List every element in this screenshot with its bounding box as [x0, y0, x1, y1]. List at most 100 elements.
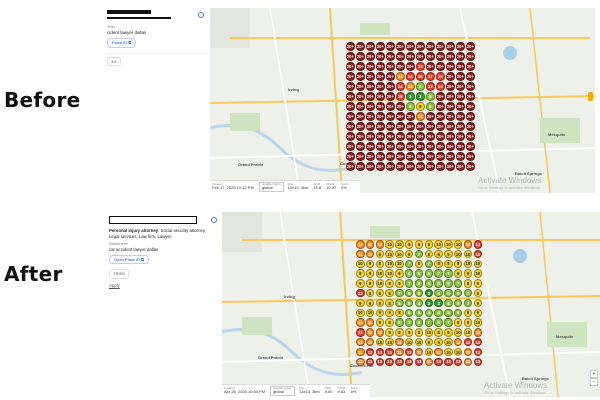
- rank-pin[interactable]: 9: [375, 288, 385, 298]
- rank-pin[interactable]: 9: [375, 308, 385, 318]
- rank-pin[interactable]: 13: [426, 82, 435, 91]
- rank-pin[interactable]: 9: [434, 337, 443, 347]
- rank-pin[interactable]: 20+: [366, 52, 375, 61]
- rank-pin[interactable]: 6: [414, 279, 424, 288]
- rank-pin[interactable]: 6: [414, 318, 424, 327]
- rank-pin[interactable]: 20+: [456, 112, 465, 121]
- rank-pin[interactable]: 11: [356, 249, 365, 259]
- rank-pin[interactable]: 20+: [376, 162, 385, 171]
- rank-pin[interactable]: 6: [424, 269, 434, 278]
- rank-pin[interactable]: 13: [473, 240, 483, 249]
- rank-pin[interactable]: 20+: [456, 162, 465, 171]
- rank-pin[interactable]: 20+: [356, 142, 365, 151]
- rank-pin[interactable]: 13: [356, 328, 365, 337]
- rank-pin[interactable]: 9: [356, 298, 365, 308]
- rank-pin[interactable]: 20+: [416, 132, 425, 141]
- rank-pin[interactable]: 8: [434, 259, 443, 269]
- rank-pin[interactable]: 20+: [356, 102, 365, 111]
- rank-pin[interactable]: 20+: [376, 82, 385, 91]
- rank-pin[interactable]: 7: [463, 298, 473, 308]
- rank-pin[interactable]: 7: [463, 288, 473, 298]
- rank-pin[interactable]: 9: [365, 269, 375, 278]
- rank-pin[interactable]: 7: [404, 259, 414, 269]
- rank-pin[interactable]: 10: [434, 240, 443, 249]
- rank-pin[interactable]: 20+: [466, 112, 475, 121]
- rank-pin[interactable]: 9: [356, 279, 365, 288]
- rank-pin[interactable]: 10: [463, 249, 473, 259]
- rank-pin[interactable]: 20+: [356, 92, 365, 101]
- rank-pin[interactable]: 20+: [376, 72, 385, 81]
- rank-pin[interactable]: 20+: [406, 132, 415, 141]
- rank-pin[interactable]: 20+: [436, 62, 445, 71]
- rank-pin[interactable]: 11: [375, 328, 385, 337]
- rank-pin[interactable]: 20+: [386, 102, 395, 111]
- rank-pin[interactable]: 9: [375, 249, 385, 259]
- rank-pin[interactable]: 7: [444, 269, 453, 278]
- page-chip[interactable]: 4/4: [107, 56, 121, 66]
- rank-pin[interactable]: 10: [356, 259, 365, 269]
- rank-pin[interactable]: 11: [414, 347, 424, 357]
- rank-pin[interactable]: 10: [395, 249, 404, 259]
- rank-pin[interactable]: 7: [444, 318, 453, 327]
- rank-pin[interactable]: 9: [375, 318, 385, 327]
- rank-pin[interactable]: 7: [404, 318, 414, 327]
- rank-pin[interactable]: 10: [375, 269, 385, 278]
- rank-pin[interactable]: 9: [365, 298, 375, 308]
- rank-pin[interactable]: 11: [365, 328, 375, 337]
- rank-pin[interactable]: 8: [385, 318, 394, 327]
- rank-pin[interactable]: 8: [414, 328, 424, 337]
- rank-pin[interactable]: 20+: [446, 102, 455, 111]
- rank-pin[interactable]: 6: [406, 102, 415, 111]
- rank-pin[interactable]: 9: [365, 279, 375, 288]
- rank-pin[interactable]: 20+: [466, 102, 475, 111]
- rank-pin[interactable]: 13: [463, 337, 473, 347]
- rank-pin[interactable]: 20+: [446, 42, 455, 51]
- rank-pin[interactable]: 8: [424, 249, 434, 259]
- rank-pin[interactable]: 20+: [426, 42, 435, 51]
- rank-pin[interactable]: 5: [424, 279, 434, 288]
- rank-pin[interactable]: 9: [385, 308, 394, 318]
- rank-pin[interactable]: 10: [453, 328, 463, 337]
- rank-pin[interactable]: 20+: [396, 102, 405, 111]
- rank-pin[interactable]: 10: [385, 240, 394, 249]
- rank-pin[interactable]: 20+: [446, 162, 455, 171]
- rank-pin[interactable]: 10: [473, 269, 483, 278]
- rank-pin[interactable]: 20+: [356, 42, 365, 51]
- rank-pin[interactable]: 13: [473, 337, 483, 347]
- open-place-id-button[interactable]: Open Place ID ⧉: [109, 255, 149, 265]
- rank-pin[interactable]: 20+: [416, 52, 425, 61]
- rank-pin[interactable]: 20+: [406, 52, 415, 61]
- rank-pin[interactable]: 20+: [396, 42, 405, 51]
- rank-pin[interactable]: 20+: [346, 152, 355, 161]
- rank-pin[interactable]: 20+: [456, 92, 465, 101]
- rank-pin[interactable]: 20+: [446, 72, 455, 81]
- rank-pin[interactable]: 5: [444, 288, 453, 298]
- rank-pin[interactable]: 20+: [406, 62, 415, 71]
- rank-pin[interactable]: 20+: [356, 72, 365, 81]
- rank-pin[interactable]: 9: [385, 328, 394, 337]
- rank-pin[interactable]: 20+: [466, 142, 475, 151]
- rank-pin[interactable]: 20+: [386, 122, 395, 131]
- rank-pin[interactable]: 20+: [456, 52, 465, 61]
- rank-pin[interactable]: 3: [406, 92, 415, 101]
- rank-pin[interactable]: 10: [395, 240, 404, 249]
- rank-pin[interactable]: 14: [436, 82, 445, 91]
- rank-pin[interactable]: 20+: [366, 112, 375, 121]
- rank-pin[interactable]: 20+: [346, 52, 355, 61]
- pegman-icon[interactable]: [588, 92, 593, 101]
- rank-pin[interactable]: 8: [385, 288, 394, 298]
- zoom-out-button[interactable]: −: [590, 378, 598, 386]
- rank-pin[interactable]: 20+: [426, 132, 435, 141]
- rank-pin[interactable]: 9: [444, 328, 453, 337]
- rank-pin[interactable]: 20+: [386, 82, 395, 91]
- rank-pin[interactable]: 9: [375, 298, 385, 308]
- rank-pin[interactable]: 9: [404, 249, 414, 259]
- rank-pin[interactable]: 10: [414, 337, 424, 347]
- rank-pin[interactable]: 8: [385, 298, 394, 308]
- rank-pin[interactable]: 5: [444, 308, 453, 318]
- rank-pin[interactable]: 9: [424, 337, 434, 347]
- rank-pin[interactable]: 20+: [446, 112, 455, 121]
- rank-pin[interactable]: 20+: [366, 102, 375, 111]
- rank-pin[interactable]: 5: [404, 298, 414, 308]
- rank-pin[interactable]: 20+: [396, 52, 405, 61]
